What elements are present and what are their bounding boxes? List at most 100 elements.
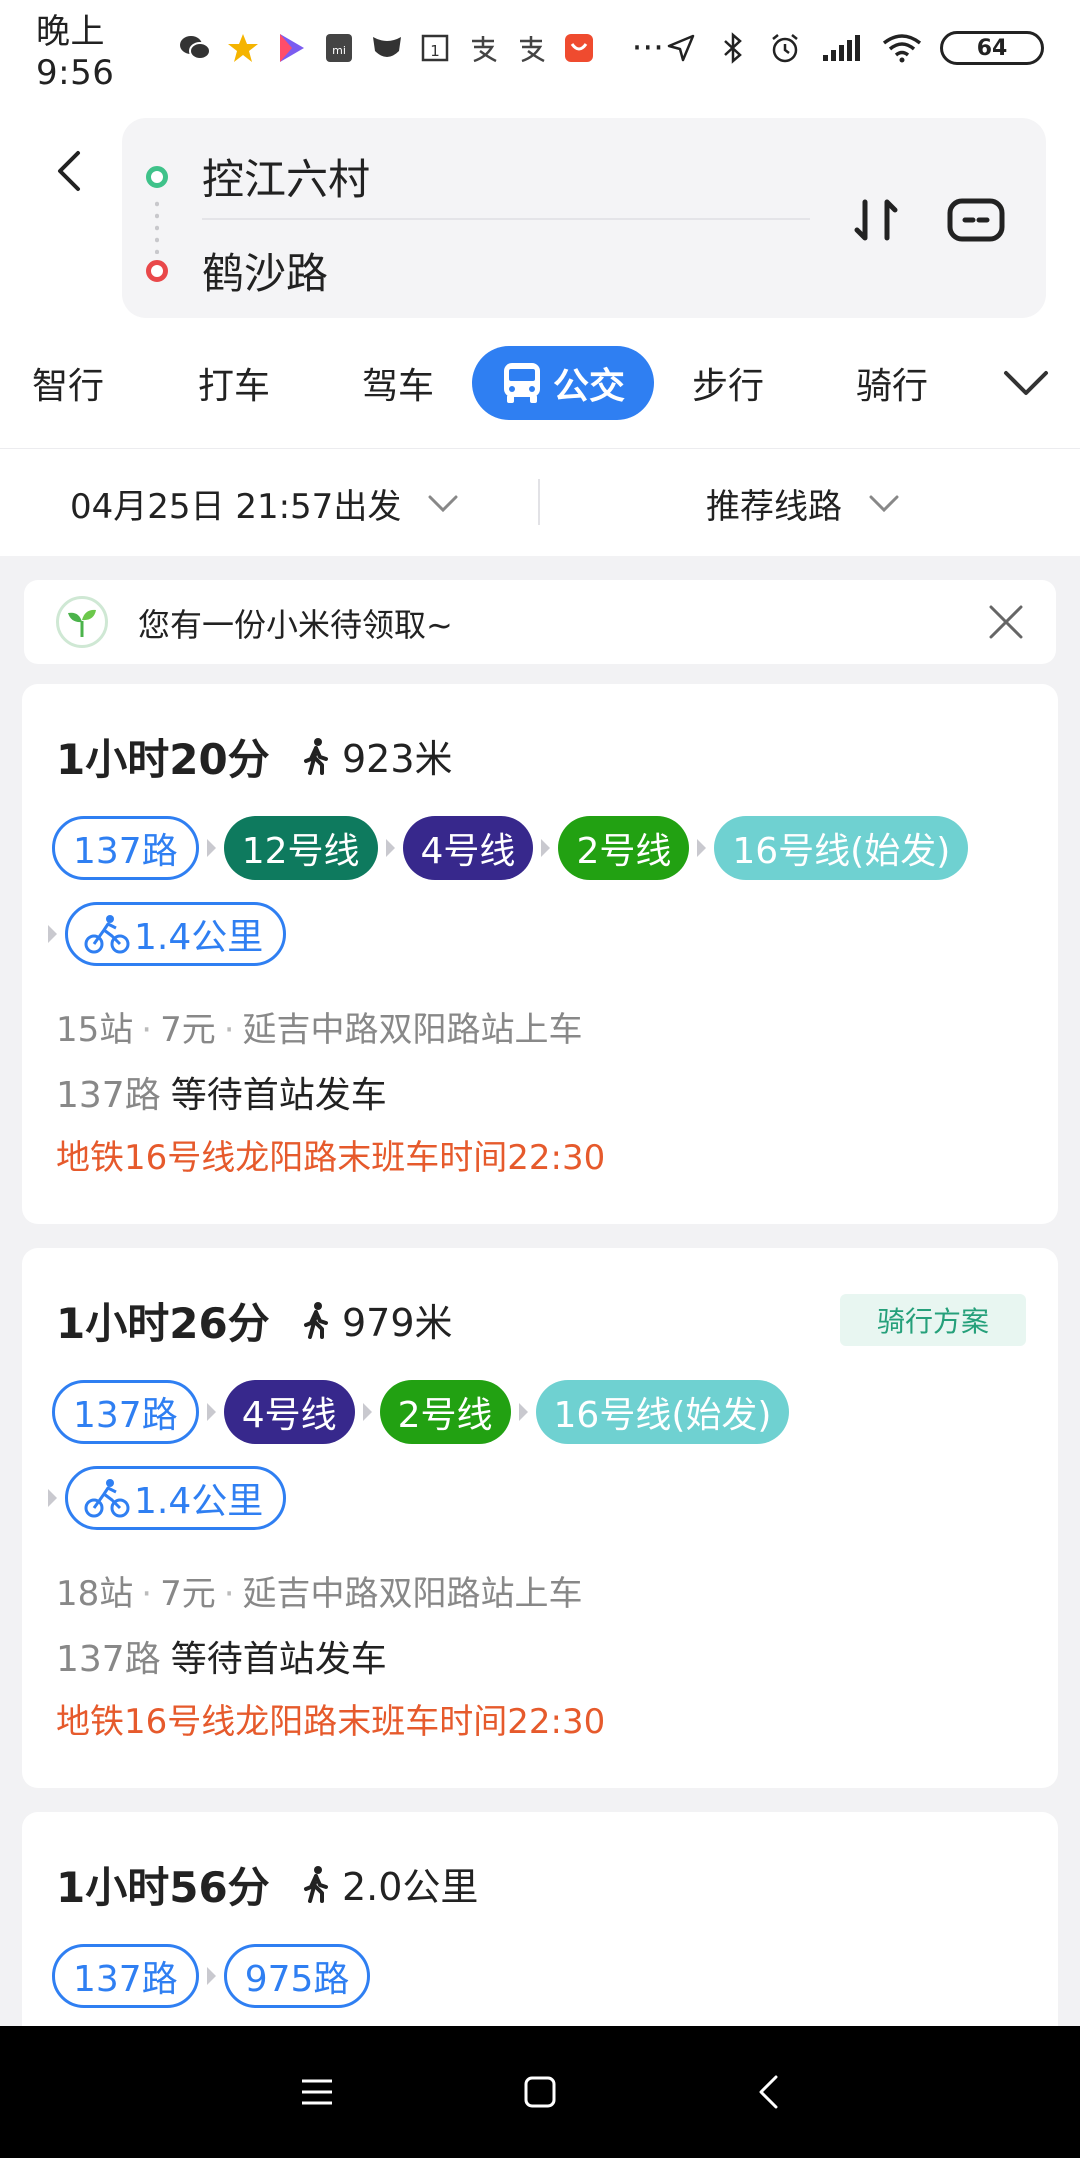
stop-count: 18站 xyxy=(56,1574,134,1614)
wait-status: 等待首站发车 xyxy=(170,1639,387,1680)
field-divider xyxy=(202,218,810,220)
promo-banner-text: 您有一份小米待领取~ xyxy=(138,606,453,644)
svg-text:mi: mi xyxy=(332,44,346,57)
line-chip: 137路 xyxy=(52,1944,199,2008)
cycling-plan-badge[interactable]: 骑行方案 xyxy=(840,1294,1026,1346)
wait-info: 137路 等待首站发车 xyxy=(56,1066,387,1118)
travel-mode-tabs: 智行 打车 驾车 公交 步行 骑行 xyxy=(0,334,1080,448)
signal-icon xyxy=(820,31,864,65)
fare: 7元 xyxy=(160,1574,216,1614)
chevron-right-icon xyxy=(697,839,707,857)
line-chip: 16号线(始发) xyxy=(714,816,969,880)
back-icon xyxy=(759,2075,778,2109)
wait-line: 137路 xyxy=(56,1075,161,1116)
status-bar: 晚上9:56 mi 1 ··· 64 xyxy=(0,0,1080,96)
chevron-right-icon xyxy=(541,839,551,857)
notification-icons: mi 1 xyxy=(178,31,596,65)
fare: 7元 xyxy=(160,1010,216,1050)
chevron-right-icon xyxy=(385,839,395,857)
stop-count: 15站 xyxy=(56,1010,134,1050)
route-options-button[interactable] xyxy=(944,188,1008,252)
more-modes-button[interactable] xyxy=(996,358,1056,408)
tab-cycle[interactable]: 骑行 xyxy=(852,346,932,420)
bike-distance: 1.4公里 xyxy=(134,917,264,958)
status-time: 晚上9:56 xyxy=(36,11,115,93)
play-store-icon xyxy=(274,31,308,65)
back-button[interactable] xyxy=(44,136,94,206)
filter-row: 04月25日 21:57出发 推荐线路 xyxy=(0,448,1080,556)
swap-button[interactable] xyxy=(844,188,908,252)
tab-walk[interactable]: 步行 xyxy=(688,346,768,420)
walk-distance-text: 2.0公里 xyxy=(342,1865,479,1909)
line-chip: 2号线 xyxy=(558,816,690,880)
line-chip: 12号线 xyxy=(223,816,378,880)
chevron-right-icon xyxy=(362,1403,372,1421)
line-chip: 137路 xyxy=(52,1380,199,1444)
route-card[interactable]: 1小时26分 979米 骑行方案 137路 4号线 2号线 16号线(始发) 1… xyxy=(22,1248,1058,1788)
route-lines: 137路 4号线 2号线 16号线(始发) xyxy=(52,1380,790,1444)
alarm-icon xyxy=(768,31,802,65)
line-chip: 137路 xyxy=(52,816,199,880)
last-train-warning: 地铁16号线龙阳路末班车时间22:30 xyxy=(56,1138,606,1178)
back-button[interactable] xyxy=(738,2066,798,2118)
bike-chip: 1.4公里 xyxy=(65,1466,287,1530)
swap-icon xyxy=(854,199,898,241)
route-walk-distance: 2.0公里 xyxy=(302,1856,478,1911)
home-button[interactable] xyxy=(510,2066,570,2118)
route-lines: 137路 975路 xyxy=(52,1944,371,2008)
menu-button[interactable] xyxy=(287,2066,347,2118)
bike-icon xyxy=(84,1479,130,1518)
shopping-app-icon xyxy=(562,31,596,65)
svg-text:1: 1 xyxy=(430,42,440,60)
route-bike-segment: 1.4公里 xyxy=(40,1466,287,1530)
bike-distance: 1.4公里 xyxy=(134,1481,264,1522)
menu-icon xyxy=(302,2079,332,2105)
route-preference-label: 推荐线路 xyxy=(706,487,842,527)
destination-field[interactable]: 鹤沙路 xyxy=(202,240,328,301)
filter-divider xyxy=(538,479,540,525)
walk-distance-text: 979米 xyxy=(342,1301,453,1345)
promo-banner[interactable]: 您有一份小米待领取~ xyxy=(24,580,1056,664)
route-header: 控江六村 鹤沙路 xyxy=(0,96,1080,334)
battery-indicator: 64 xyxy=(940,31,1044,65)
last-train-warning: 地铁16号线龙阳路末班车时间22:30 xyxy=(56,1702,606,1742)
route-card[interactable]: 1小时20分 923米 137路 12号线 4号线 2号线 16号线(始发) 1… xyxy=(22,684,1058,1224)
route-summary: 18站 · 7元 · 延吉中路双阳路站上车 xyxy=(56,1574,583,1614)
walk-icon xyxy=(304,737,328,775)
route-bike-segment: 1.4公里 xyxy=(40,902,287,966)
chevron-right-icon xyxy=(518,1403,528,1421)
bluetooth-icon xyxy=(716,31,750,65)
route-walk-distance: 979米 xyxy=(302,1292,453,1347)
close-icon[interactable] xyxy=(984,600,1028,644)
wifi-icon xyxy=(882,31,922,65)
tab-smart[interactable]: 智行 xyxy=(28,346,108,420)
departure-time-selector[interactable]: 04月25日 21:57出发 xyxy=(70,479,459,528)
more-notifications-icon: ··· xyxy=(631,28,664,68)
route-walk-distance: 923米 xyxy=(302,728,453,783)
tab-drive[interactable]: 驾车 xyxy=(358,346,438,420)
wechat-icon xyxy=(178,31,212,65)
wait-status: 等待首站发车 xyxy=(170,1075,387,1116)
route-preference-selector[interactable]: 推荐线路 xyxy=(706,479,900,528)
chevron-down-icon xyxy=(868,494,900,514)
line-chip: 4号线 xyxy=(402,816,534,880)
tab-bus[interactable]: 公交 xyxy=(472,346,654,420)
line-chip: 4号线 xyxy=(223,1380,355,1444)
origin-field[interactable]: 控江六村 xyxy=(202,146,370,207)
line-chip: 16号线(始发) xyxy=(535,1380,790,1444)
line-chip: 2号线 xyxy=(379,1380,511,1444)
tab-taxi[interactable]: 打车 xyxy=(194,346,274,420)
alipay-icon xyxy=(466,31,500,65)
calendar-icon: 1 xyxy=(418,31,452,65)
start-dot-icon xyxy=(146,166,168,188)
chevron-down-icon xyxy=(427,494,459,514)
chevron-right-icon xyxy=(48,925,57,943)
route-lines: 137路 12号线 4号线 2号线 16号线(始发) xyxy=(52,816,969,880)
chevron-right-icon xyxy=(206,1967,216,1985)
sprout-icon xyxy=(56,596,108,648)
line-chip: 975路 xyxy=(223,1944,371,2008)
walk-distance-text: 923米 xyxy=(342,737,453,781)
chevron-right-icon xyxy=(206,1403,216,1421)
walk-icon xyxy=(304,1301,328,1339)
boarding-stop: 延吉中路双阳路站上车 xyxy=(242,1574,583,1614)
